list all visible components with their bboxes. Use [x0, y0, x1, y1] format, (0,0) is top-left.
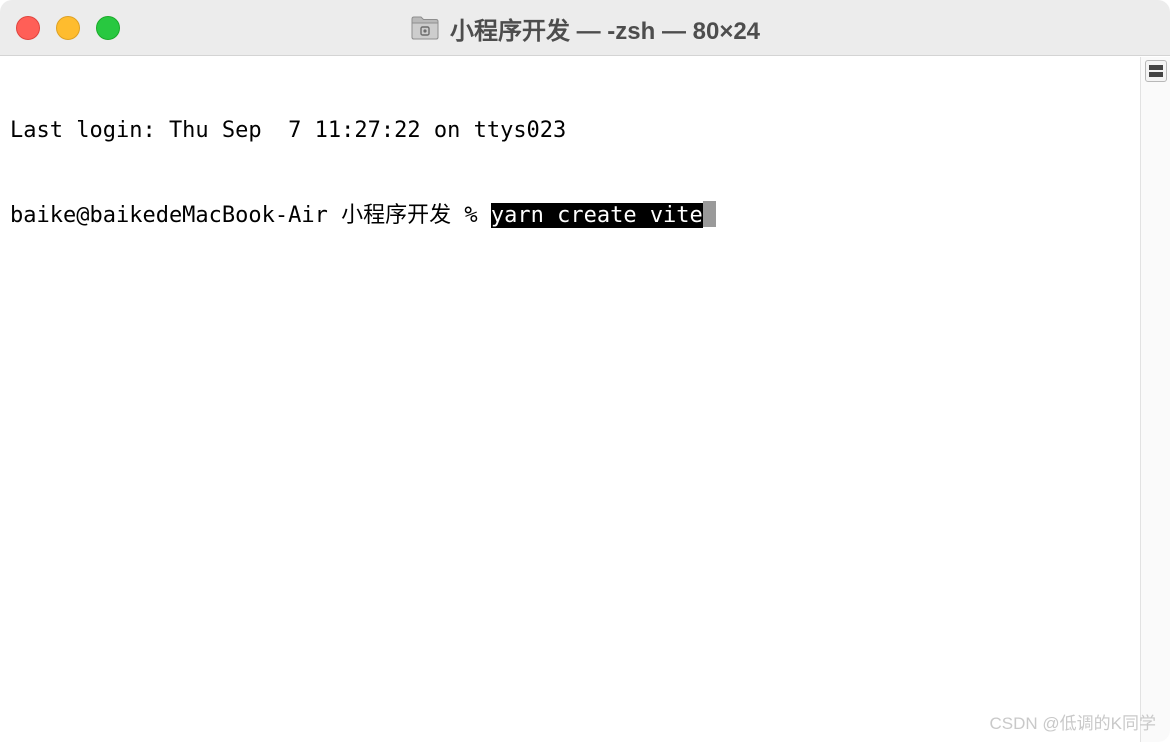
last-login-line: Last login: Thu Sep 7 11:27:22 on ttys02… [10, 118, 567, 143]
close-button[interactable] [16, 16, 40, 40]
scrollbar[interactable] [1140, 57, 1170, 742]
title-bar[interactable]: 小程序开发 — -zsh — 80×24 [0, 0, 1170, 56]
terminal-window: 小程序开发 — -zsh — 80×24 Last login: Thu Sep… [0, 0, 1170, 742]
watermark: CSDN @低调的K同学 [989, 714, 1157, 733]
typed-command[interactable]: yarn create vite [490, 203, 703, 228]
text-cursor [702, 201, 716, 227]
prompt-line: baike@baikedeMacBook-Air 小程序开发 % yarn cr… [10, 201, 1140, 229]
minimize-button[interactable] [56, 16, 80, 40]
terminal-output[interactable]: Last login: Thu Sep 7 11:27:22 on ttys02… [0, 57, 1140, 742]
folder-icon[interactable] [410, 15, 440, 41]
window-title: 小程序开发 — -zsh — 80×24 [449, 17, 761, 45]
shell-prompt: baike@baikedeMacBook-Air 小程序开发 % [10, 203, 491, 228]
split-pane-icon[interactable] [1145, 60, 1167, 82]
zoom-button[interactable] [96, 16, 120, 40]
